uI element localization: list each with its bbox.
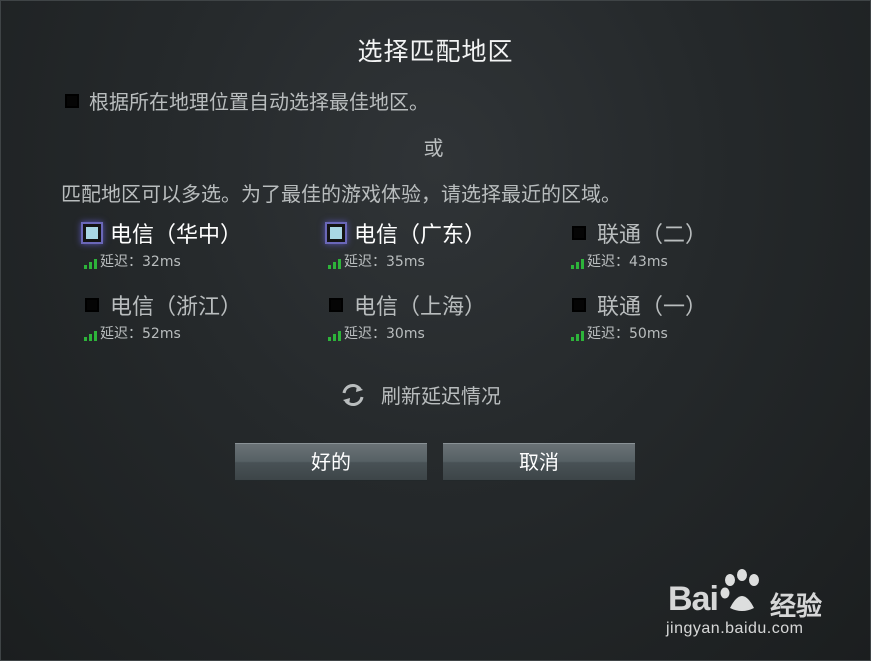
latency-text: 延迟：52ms [100,326,181,342]
watermark-brand: Bai [668,580,719,618]
region-name: 联通（二） [597,223,708,248]
cancel-button[interactable]: 取消 [443,443,635,481]
watermark-product: 经验 [770,592,823,622]
signal-strength-icon [328,257,341,271]
auto-select-label: 根据所在地理位置自动选择最佳地区。 [89,90,429,114]
region-option-telecom-shanghai[interactable]: 电信（上海） 延迟：30ms [326,291,546,343]
signal-strength-icon [571,329,584,343]
region-checkbox[interactable] [329,298,343,312]
region-latency: 延迟：43ms [571,251,789,271]
refresh-icon [342,383,364,406]
baidu-paw-icon [720,569,759,611]
latency-text: 延迟：32ms [100,254,181,270]
signal-strength-icon [84,329,97,343]
region-latency: 延迟：52ms [84,323,302,343]
auto-select-option[interactable]: 根据所在地理位置自动选择最佳地区。 [65,86,429,115]
latency-text: 延迟：35ms [344,254,425,270]
region-checkbox[interactable] [83,224,101,242]
dialog-title: 选择匹配地区 [357,37,514,66]
region-option-unicom-one[interactable]: 联通（一） 延迟：50ms [569,291,789,343]
latency-text: 延迟：50ms [587,326,668,342]
region-checkbox[interactable] [85,298,99,312]
region-checkbox[interactable] [327,224,345,242]
region-name: 电信（浙江） [110,295,243,320]
region-latency: 延迟：35ms [328,251,546,271]
signal-strength-icon [84,257,97,271]
latency-text: 延迟：43ms [587,254,668,270]
watermark-url: jingyan.baidu.com [666,620,804,637]
region-name: 电信（上海） [354,295,487,320]
signal-strength-icon [571,257,584,271]
region-latency: 延迟：50ms [571,323,789,343]
region-name: 联通（一） [597,295,708,320]
region-name: 电信（华中） [110,223,243,248]
refresh-label: 刷新延迟情况 [381,384,501,408]
region-latency: 延迟：30ms [328,323,546,343]
multi-select-hint: 匹配地区可以多选。为了最佳的游戏体验，请选择最近的区域。 [61,182,621,206]
region-latency: 延迟：32ms [84,251,302,271]
latency-text: 延迟：30ms [344,326,425,342]
signal-strength-icon [328,329,341,343]
region-checkbox[interactable] [572,298,586,312]
or-separator: 或 [423,136,444,160]
region-name: 电信（广东） [354,223,487,248]
region-checkbox[interactable] [572,226,586,240]
region-option-telecom-guangdong[interactable]: 电信（广东） 延迟：35ms [326,219,546,271]
baidu-jingyan-watermark: Bai 经验 jingyan.baidu.com [666,566,866,646]
refresh-latency-button[interactable]: 刷新延迟情况 [339,380,501,409]
ok-button[interactable]: 好的 [235,443,427,481]
region-option-telecom-central[interactable]: 电信（华中） 延迟：32ms [82,219,302,271]
auto-select-checkbox[interactable] [65,93,79,108]
region-option-unicom-two[interactable]: 联通（二） 延迟：43ms [569,219,789,271]
region-option-telecom-zhejiang[interactable]: 电信（浙江） 延迟：52ms [82,291,302,343]
